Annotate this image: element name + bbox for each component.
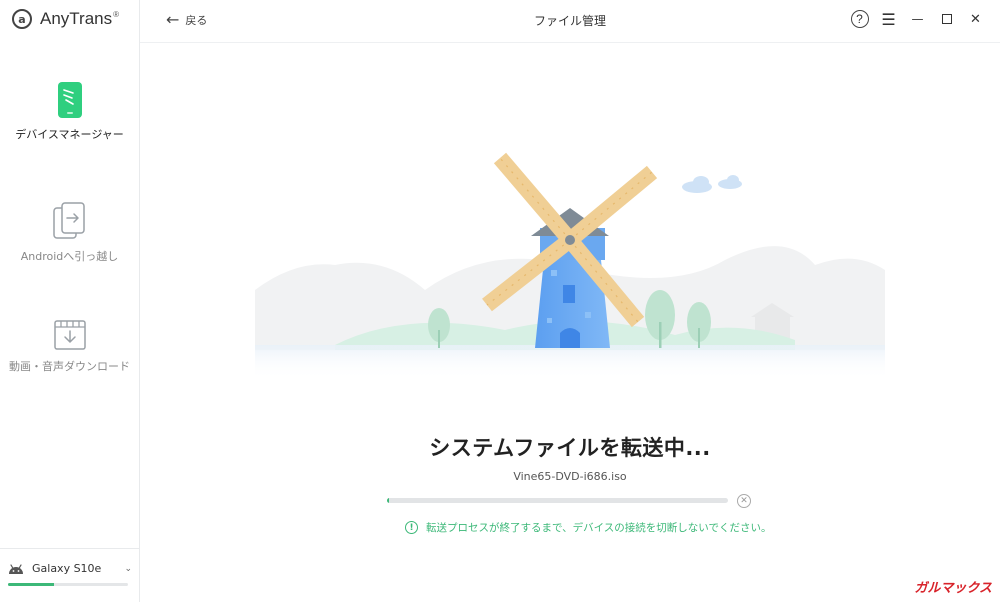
app-name: AnyTrans®	[40, 9, 120, 28]
watermark-logo: ガルマックス	[914, 580, 992, 595]
sidebar-item-media-download[interactable]: 動画・音声ダウンロード	[0, 320, 139, 374]
warning-icon: !	[405, 521, 418, 534]
back-label: 戻る	[185, 14, 208, 27]
sidebar-item-label: 動画・音声ダウンロード	[9, 360, 130, 373]
window-controls: ? ☰ — ✕	[845, 8, 990, 30]
transfer-status-title: システムファイルを転送中...	[429, 436, 711, 460]
close-icon: ✕	[740, 495, 748, 506]
clouds	[682, 175, 742, 193]
app-logo: a AnyTrans®	[12, 8, 119, 30]
device-storage-bar	[8, 583, 128, 586]
device-storage-fill	[8, 583, 54, 586]
windmill-hub	[565, 235, 575, 245]
sidebar: a AnyTrans® デバイスマネージャー Androidへ引っ越し 動画・音…	[0, 0, 140, 602]
device-manager-icon	[57, 82, 82, 118]
maximize-icon	[941, 14, 952, 24]
menu-button[interactable]: ☰	[874, 8, 903, 30]
device-name: Galaxy S10e	[32, 562, 102, 575]
sidebar-item-android-switch[interactable]: Androidへ引っ越し	[0, 202, 139, 264]
transfer-notice: ! 転送プロセスが終了するまで、デバイスの接続を切断しないでください。	[405, 520, 771, 535]
media-download-icon	[53, 320, 86, 350]
device-selector[interactable]: Galaxy S10e ⌄	[0, 548, 139, 602]
cancel-transfer-button[interactable]: ✕	[737, 494, 751, 508]
sidebar-item-label: Androidへ引っ越し	[20, 250, 119, 263]
help-icon: ?	[850, 10, 869, 28]
sidebar-item-label: デバイスマネージャー	[15, 128, 124, 141]
minimize-button[interactable]: —	[903, 8, 932, 30]
transfer-progress-fill	[387, 498, 389, 503]
notice-text: 転送プロセスが終了するまで、デバイスの接続を切断しないでください。	[426, 522, 772, 534]
transfer-file-name: Vine65-DVD-i686.iso	[513, 470, 627, 483]
help-button[interactable]: ?	[845, 8, 874, 30]
top-bar: ← 戻る ファイル管理 ? ☰ — ✕	[140, 0, 1000, 43]
android-switch-icon	[52, 202, 85, 239]
android-robot-icon	[9, 564, 23, 574]
anytrans-logo-icon: a	[12, 9, 32, 29]
back-button[interactable]: ← 戻る	[166, 12, 207, 28]
minimize-icon: —	[911, 12, 924, 26]
maximize-button[interactable]	[932, 8, 961, 30]
arrow-left-icon: ←	[166, 10, 180, 29]
close-button[interactable]: ✕	[961, 8, 990, 30]
windmill-illustration	[255, 152, 885, 380]
hamburger-icon: ☰	[881, 9, 896, 29]
chevron-down-icon[interactable]: ⌄	[124, 564, 132, 574]
close-icon: ✕	[970, 11, 981, 27]
transfer-progress-bar	[387, 498, 728, 503]
sidebar-item-device-manager[interactable]: デバイスマネージャー	[0, 82, 139, 142]
